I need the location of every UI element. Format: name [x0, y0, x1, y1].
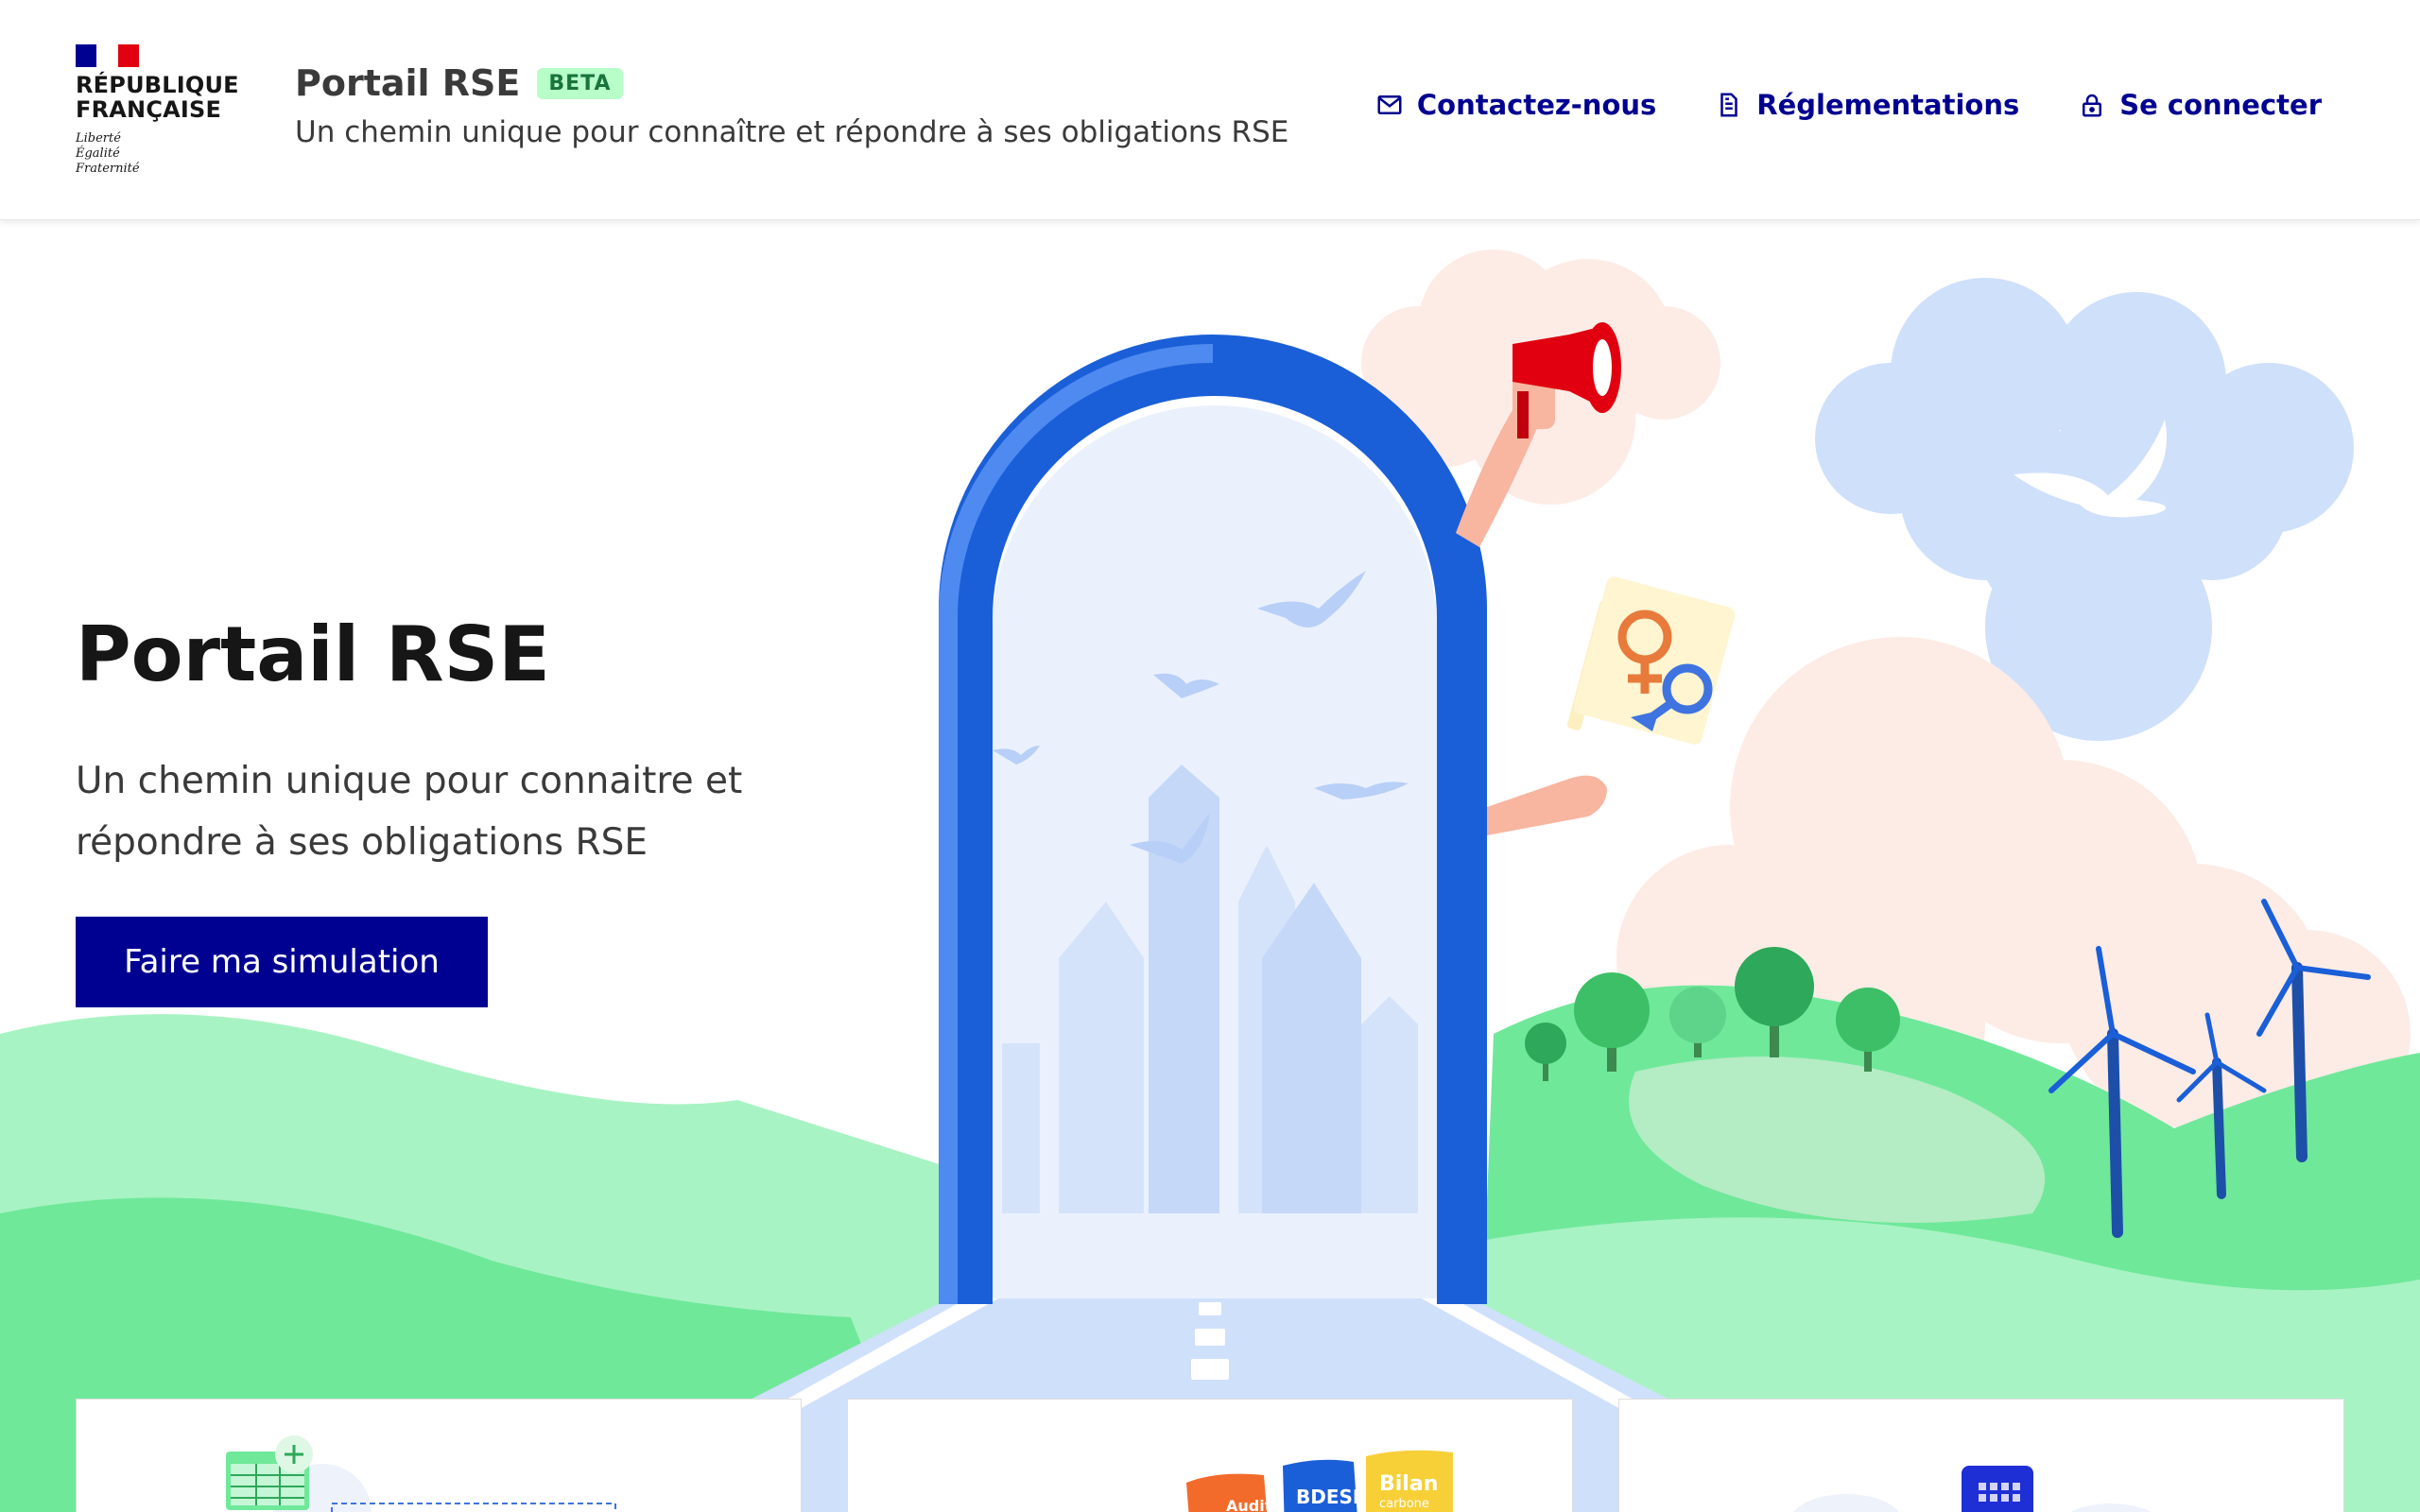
reglementations-link[interactable]: Réglementations: [1715, 89, 2019, 121]
logo-republique: RÉPUBLIQUE: [76, 72, 239, 98]
logo-motto: Liberté Égalité Fraternité: [76, 131, 227, 177]
building-illustration: [1793, 1466, 2152, 1512]
reglementations-link-label: Réglementations: [1756, 89, 2020, 121]
contact-link-label: Contactez-nous: [1416, 89, 1657, 121]
motto-fraternite: Fraternité: [76, 162, 140, 176]
service-tagline: Un chemin unique pour connaître et répon…: [295, 115, 1289, 149]
service-title[interactable]: Portail RSE: [295, 62, 520, 104]
motto-egalite: Égalité: [76, 146, 120, 161]
hero-subtitle: Un chemin unique pour connaitre et répon…: [76, 760, 743, 864]
simulation-button[interactable]: Faire ma simulation: [76, 917, 488, 1007]
motto-liberte: Liberté: [76, 131, 121, 146]
contact-link[interactable]: Contactez-nous: [1375, 89, 1656, 121]
beta-badge: BETA: [537, 67, 623, 99]
documents-illustration: Audit BDESE Bilan carbone: [1186, 1450, 1453, 1512]
card-3[interactable]: [1618, 1399, 2344, 1512]
hero-section: Portail RSE Un chemin unique pour connai…: [0, 221, 2420, 1512]
equality-sign-icon: [1487, 576, 1736, 835]
mail-icon: [1377, 95, 1402, 114]
lock-icon: [2083, 94, 2102, 117]
carbone-label: carbone: [1379, 1497, 1429, 1511]
republique-francaise-logo[interactable]: RÉPUBLIQUE FRANÇAISE Liberté Égalité Fra…: [76, 44, 239, 177]
login-link-label: Se connecter: [2119, 89, 2322, 121]
logo-francaise: FRANÇAISE: [76, 96, 222, 123]
login-link[interactable]: Se connecter: [2078, 89, 2322, 121]
card-1[interactable]: [76, 1399, 802, 1512]
document-icon: [1720, 93, 1738, 117]
service-title-row: Portail RSE BETA: [295, 62, 1288, 104]
marianne-flag-icon: [76, 44, 139, 67]
site-header: RÉPUBLIQUE FRANÇAISE Liberté Égalité Fra…: [0, 0, 2420, 220]
logo-wordmark: RÉPUBLIQUE FRANÇAISE: [76, 72, 239, 123]
bdese-label: BDESE: [1296, 1486, 1366, 1508]
service-block: Portail RSE BETA Un chemin unique pour c…: [295, 62, 1288, 149]
header-nav: Contactez-nous Réglementations Se connec…: [1375, 89, 2322, 121]
audit-label: Audit: [1226, 1497, 1272, 1512]
card-2[interactable]: Audit BDESE Bilan carbone: [847, 1399, 1573, 1512]
bilan-label: Bilan: [1379, 1472, 1438, 1496]
card-1-illustration: [226, 1435, 616, 1512]
hero-title: Portail RSE: [76, 610, 550, 698]
